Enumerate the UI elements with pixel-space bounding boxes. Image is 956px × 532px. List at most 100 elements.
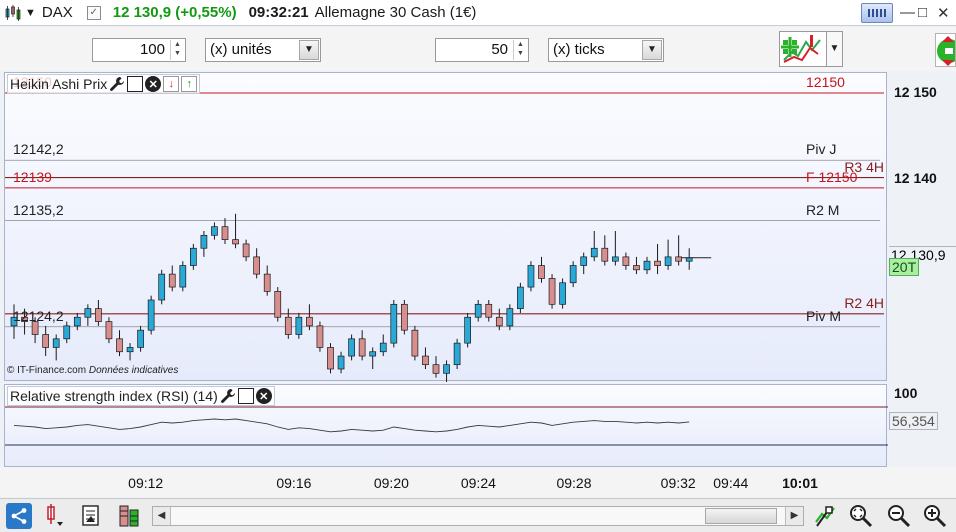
rsi-line[interactable] <box>13 418 690 433</box>
candle-up[interactable] <box>179 265 187 288</box>
candle-up[interactable] <box>73 316 81 327</box>
time-scrollbar[interactable]: ◀ ▶ <box>152 506 804 526</box>
order-book-icon[interactable] <box>116 503 142 529</box>
minimize-button[interactable]: — <box>900 4 915 21</box>
time-axis[interactable]: 09:12 09:16 09:20 09:24 09:28 09:32 09:44 10:01 <box>0 467 956 497</box>
candle-up[interactable] <box>569 265 577 284</box>
candle-down[interactable] <box>327 347 334 370</box>
candle-down[interactable] <box>306 316 313 327</box>
candle-up[interactable] <box>126 347 134 353</box>
candle-down[interactable] <box>242 243 250 258</box>
candle-up[interactable] <box>84 308 92 318</box>
ticks-unit-select[interactable]: (x) ticks ▼ <box>548 38 664 62</box>
candle-down[interactable] <box>422 355 429 366</box>
candle-up[interactable] <box>337 355 345 370</box>
quantity-stepper[interactable]: 100 ▲ ▼ <box>92 38 186 62</box>
chevron-down-icon[interactable]: ▼ <box>827 31 843 67</box>
candle-down[interactable] <box>538 265 545 279</box>
side-panel-toggle[interactable] <box>935 33 956 67</box>
candle-down[interactable] <box>548 278 556 305</box>
candle-up[interactable] <box>443 364 450 374</box>
window-icon[interactable] <box>237 388 254 404</box>
maximize-button[interactable]: □ <box>918 4 927 21</box>
candle-up[interactable] <box>590 247 598 258</box>
candle-down[interactable] <box>654 260 661 266</box>
candle-up[interactable] <box>664 256 672 266</box>
share-icon[interactable] <box>6 503 32 529</box>
rsi-panel[interactable]: Relative strength index (RSI) (14) ✕ <box>4 384 888 467</box>
indicator-title[interactable]: Heikin Ashi Prix <box>10 76 107 92</box>
candle-up[interactable] <box>379 342 387 353</box>
scrollbar-thumb[interactable] <box>705 508 777 524</box>
candle-up[interactable] <box>453 342 461 366</box>
stepper-arrows-icon[interactable]: ▲ ▼ <box>170 40 184 60</box>
candle-down[interactable] <box>358 338 366 357</box>
candlestick-chart-icon[interactable] <box>4 4 22 22</box>
candle-down[interactable] <box>105 321 113 340</box>
candle-up[interactable] <box>685 257 693 262</box>
candle-up[interactable] <box>527 265 535 288</box>
document-icon[interactable] <box>78 503 104 529</box>
candle-up[interactable] <box>643 260 651 271</box>
zoom-fit-icon[interactable] <box>848 503 874 529</box>
window-icon[interactable] <box>127 76 144 92</box>
close-button[interactable]: ✕ <box>937 4 950 22</box>
candle-up[interactable] <box>200 234 208 249</box>
candle-down[interactable] <box>116 338 123 353</box>
candle-down[interactable] <box>432 364 440 374</box>
price-chart-panel[interactable]: 121501215012142,2Piv JR3 4H12139F 121501… <box>4 72 887 382</box>
candle-down[interactable] <box>401 303 408 331</box>
close-icon[interactable]: ✕ <box>255 388 272 404</box>
candle-up[interactable] <box>147 299 155 331</box>
rsi-title[interactable]: Relative strength index (RSI) (14) <box>10 388 218 404</box>
scroll-left-icon[interactable]: ◀ <box>153 507 171 525</box>
link-checkbox[interactable]: ✓ <box>86 5 101 20</box>
keyboard-icon[interactable] <box>861 3 893 23</box>
wrench-icon[interactable] <box>220 388 236 404</box>
autoscale-icon[interactable] <box>812 503 838 529</box>
wrench-icon[interactable] <box>109 76 125 92</box>
candle-down[interactable] <box>253 256 260 275</box>
candle-up[interactable] <box>348 338 355 357</box>
chart-menu-arrow-icon[interactable]: ▼ <box>25 7 36 19</box>
chevron-down-icon[interactable]: ▼ <box>299 40 319 60</box>
candle-up[interactable] <box>611 256 619 262</box>
candle-down[interactable] <box>633 265 640 271</box>
candle-up[interactable] <box>559 282 566 305</box>
ticks-stepper[interactable]: 50 ▲ ▼ <box>435 38 529 62</box>
candle-up[interactable] <box>580 256 588 266</box>
candle-down[interactable] <box>42 334 50 348</box>
move-up-icon[interactable]: ↑ <box>181 76 198 92</box>
candle-up[interactable] <box>211 226 218 236</box>
scroll-right-icon[interactable]: ▶ <box>785 507 803 525</box>
candle-down[interactable] <box>675 256 683 262</box>
candle-up[interactable] <box>390 303 398 344</box>
candle-up[interactable] <box>517 286 524 309</box>
candle-up[interactable] <box>158 273 166 301</box>
symbol-label[interactable]: DAX <box>42 4 73 21</box>
candle-down[interactable] <box>411 329 419 357</box>
chart-type-icon[interactable] <box>40 503 66 529</box>
candle-down[interactable] <box>95 308 102 322</box>
candle-down[interactable] <box>274 291 282 318</box>
move-down-icon[interactable]: ↓ <box>163 76 180 92</box>
candle-up[interactable] <box>369 351 377 357</box>
candle-down[interactable] <box>168 273 176 288</box>
zoom-out-icon[interactable] <box>886 503 912 529</box>
candle-up[interactable] <box>190 247 197 266</box>
candle-up[interactable] <box>137 329 144 348</box>
stepper-arrows-icon[interactable]: ▲ ▼ <box>513 40 527 60</box>
candle-down[interactable] <box>495 316 503 327</box>
zoom-in-icon[interactable] <box>922 503 948 529</box>
candle-up[interactable] <box>52 338 60 348</box>
chevron-down-icon[interactable]: ▼ <box>642 40 662 60</box>
drawing-tools-button[interactable] <box>779 31 827 67</box>
candle-up[interactable] <box>464 316 471 344</box>
quantity-unit-select[interactable]: (x) unités ▼ <box>205 38 321 62</box>
close-icon[interactable]: ✕ <box>145 76 162 92</box>
candle-down[interactable] <box>316 325 324 348</box>
candle-up[interactable] <box>474 303 482 318</box>
candle-down[interactable] <box>601 247 609 262</box>
candle-down[interactable] <box>485 303 493 318</box>
candle-down[interactable] <box>221 226 229 240</box>
